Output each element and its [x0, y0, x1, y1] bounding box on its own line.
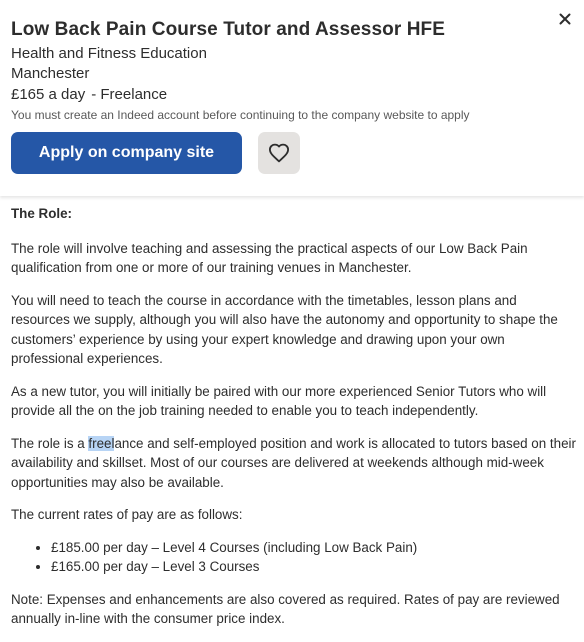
job-type: - Freelance: [91, 86, 168, 103]
description-paragraph: The current rates of pay are as follows:: [11, 507, 243, 522]
account-notice: You must create an Indeed account before…: [11, 108, 470, 122]
description-paragraph: As a new tutor, you will initially be pa…: [11, 383, 547, 419]
description-paragraph: Note: Expenses and enhancements are also…: [11, 591, 560, 627]
description-paragraph: The role is a freelance and self-employe…: [11, 434, 579, 493]
description-paragraph: You will need to teach the course in acc…: [11, 292, 558, 367]
selected-text: freel: [88, 435, 115, 451]
description-paragraph: The role will involve teaching and asses…: [11, 240, 528, 276]
paragraph-text: The role is a: [11, 435, 89, 451]
salary-line: £165 a day - Freelance: [11, 86, 167, 103]
job-header: Low Back Pain Course Tutor and Assessor …: [0, 0, 584, 196]
close-icon: [559, 13, 571, 25]
section-heading: The Role:: [11, 206, 73, 221]
job-location: Manchester: [11, 65, 90, 82]
close-button[interactable]: [554, 8, 576, 30]
job-description: The Role: The role will involve teaching…: [11, 204, 579, 642]
apply-button[interactable]: Apply on company site: [11, 132, 242, 174]
list-item: £165.00 per day – Level 3 Courses: [51, 557, 579, 577]
save-job-button[interactable]: [258, 132, 300, 174]
salary: £165 a day: [11, 86, 86, 103]
heart-icon: [268, 143, 289, 163]
company-link[interactable]: Health and Fitness Education: [11, 45, 207, 62]
list-item: £185.00 per day – Level 4 Courses (inclu…: [51, 538, 579, 558]
pay-rates-list: £185.00 per day – Level 4 Courses (inclu…: [11, 538, 579, 577]
job-title: Low Back Pain Course Tutor and Assessor …: [11, 19, 446, 40]
